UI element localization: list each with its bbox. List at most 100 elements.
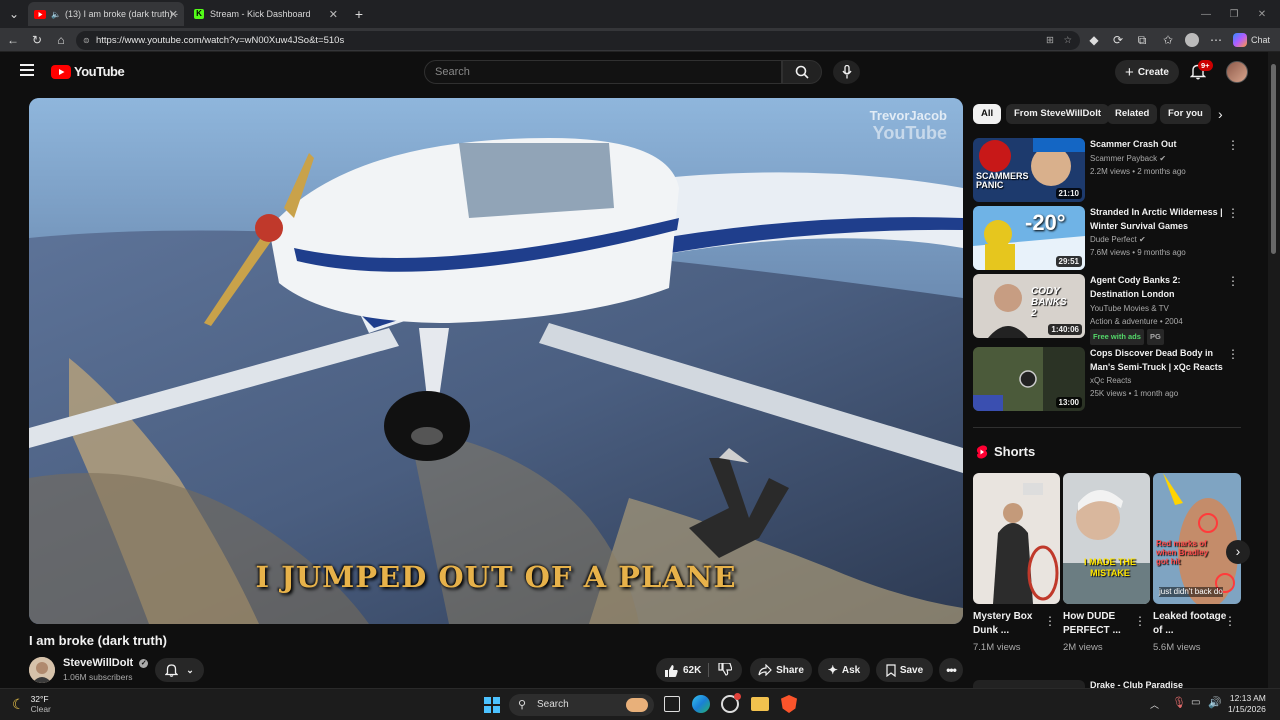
more-menu-icon[interactable]: ⋯ <box>1208 32 1224 48</box>
favorites-icon[interactable]: ✩ <box>1160 32 1176 48</box>
new-tab-icon[interactable]: + <box>351 6 367 22</box>
chip-for-you[interactable]: For you <box>1160 104 1211 124</box>
chip-all[interactable]: All <box>973 104 1002 124</box>
refresh-extension-icon[interactable]: ⟳ <box>1110 32 1126 48</box>
recommendation-item[interactable]: 13:00 Cops Discover Dead Body in Man's S… <box>973 347 1243 411</box>
page-scrollbar[interactable] <box>1268 52 1280 688</box>
short-thumbnail[interactable]: Red marks of when Bradley got hit just d… <box>1153 473 1241 604</box>
short-title[interactable]: How DUDE PERFECT ... <box>1063 610 1139 638</box>
thumbs-up-icon <box>665 664 678 677</box>
youtube-logo[interactable]: YouTube <box>51 64 125 79</box>
scrollbar-thumb[interactable] <box>1271 64 1276 254</box>
taskbar-clock[interactable]: 12:13 AM 1/15/2026 <box>1228 693 1266 715</box>
audio-icon[interactable]: 🔈 <box>51 10 61 19</box>
recommendation-item[interactable]: CODY BANKS 2 1:40:06 Agent Cody Banks 2:… <box>973 274 1243 345</box>
weather-widget[interactable]: ☾ 32°F Clear <box>12 694 51 714</box>
more-actions-button[interactable]: ••• <box>939 658 963 682</box>
shorts-next-arrow-icon[interactable]: › <box>1226 540 1250 564</box>
network-icon[interactable]: ▭ <box>1191 697 1200 708</box>
reload-icon[interactable]: ↻ <box>29 32 45 48</box>
video-player[interactable]: TrevorJacob YouTube I JUMPED OUT OF A PL… <box>29 98 963 624</box>
profile-avatar-icon[interactable] <box>1184 32 1200 48</box>
copilot-chat-button[interactable]: Chat <box>1233 32 1270 48</box>
more-vertical-icon[interactable]: ⋮ <box>1227 274 1239 288</box>
recommendation-stats: 7.6M views • 9 months ago <box>1090 248 1186 257</box>
account-avatar[interactable] <box>1226 61 1248 83</box>
recommendation-item[interactable]: -20° 29:51 Stranded In Arctic Wilderness… <box>973 206 1243 270</box>
chip-related[interactable]: Related <box>1107 104 1158 124</box>
video-thumbnail[interactable]: CODY BANKS 2 1:40:06 <box>973 274 1085 338</box>
ask-button[interactable]: ✦ Ask <box>818 658 870 682</box>
next-recommendation-partial[interactable]: Drake - Club Paradise <box>973 680 1241 688</box>
tab-youtube[interactable]: 🔈 (13) I am broke (dark truth) - ✕ <box>28 2 184 26</box>
channel-name[interactable]: SteveWillDoIt ✓ <box>63 657 149 669</box>
recommendation-channel[interactable]: Dude Perfect ✔ <box>1090 233 1226 246</box>
voice-search-button[interactable] <box>833 60 860 84</box>
subscription-bell-button[interactable]: ⌄ <box>155 658 204 682</box>
more-vertical-icon[interactable]: ⋮ <box>1227 206 1239 220</box>
plus-icon: + <box>1125 63 1134 81</box>
notifications-button[interactable]: 9+ <box>1189 60 1213 85</box>
search-input[interactable]: Search <box>424 60 782 84</box>
video-caption: I JUMPED OUT OF A PLANE <box>255 560 737 594</box>
address-bar[interactable]: ⊜ https://www.youtube.com/watch?v=wN00Xu… <box>76 31 1080 50</box>
brave-browser-icon[interactable] <box>781 695 797 713</box>
hamburger-menu-icon[interactable] <box>20 64 34 76</box>
more-vertical-icon[interactable]: ⋮ <box>1227 138 1239 152</box>
tab-kick[interactable]: K Stream - Kick Dashboard ✕ <box>188 2 344 26</box>
dislike-button[interactable] <box>718 662 733 679</box>
more-vertical-icon[interactable]: ⋮ <box>1044 614 1056 628</box>
recommendation-channel[interactable]: Scammer Payback ✔ <box>1090 152 1226 165</box>
like-count: 62K <box>683 664 702 676</box>
more-vertical-icon[interactable]: ⋮ <box>1227 347 1239 361</box>
edge-browser-icon[interactable] <box>692 695 710 713</box>
site-info-icon[interactable]: ⊜ <box>83 31 90 50</box>
taskbar-search[interactable]: ⚲ Search <box>509 694 654 716</box>
kick-favicon-icon: K <box>194 9 204 19</box>
chip-from-channel[interactable]: From SteveWillDoIt <box>1006 104 1110 124</box>
tab-actions-chevron-icon[interactable]: ⌄ <box>6 6 22 22</box>
short-title[interactable]: Leaked footage of ... <box>1153 610 1229 638</box>
close-window-icon[interactable]: ✕ <box>1254 6 1270 22</box>
recommendation-channel[interactable]: xQc Reacts <box>1090 374 1226 387</box>
chrome-app-icon[interactable] <box>721 693 741 713</box>
logo-text: YouTube <box>74 64 125 79</box>
video-thumbnail[interactable]: 13:00 <box>973 347 1085 411</box>
close-tab-icon[interactable]: ✕ <box>169 8 178 21</box>
chips-next-arrow-icon[interactable]: › <box>1218 106 1223 122</box>
task-view-icon[interactable] <box>664 696 680 712</box>
short-thumbnail[interactable]: I MADE THE MISTAKE <box>1063 473 1150 604</box>
windows-start-icon[interactable] <box>484 697 500 713</box>
video-thumbnail[interactable]: SCAMMERS PANIC 21:10 <box>973 138 1085 202</box>
split-screen-icon[interactable]: ⧉ <box>1134 32 1150 48</box>
video-frame-illustration <box>29 98 963 624</box>
minimize-icon[interactable]: — <box>1198 6 1214 22</box>
short-title[interactable]: Mystery Box Dunk ... <box>973 610 1049 638</box>
microphone-icon[interactable]: 🎙 <box>1172 696 1186 709</box>
home-icon[interactable]: ⌂ <box>53 32 69 48</box>
share-button[interactable]: Share <box>750 658 812 682</box>
back-arrow-icon[interactable]: ← <box>5 32 21 48</box>
create-button[interactable]: + Create <box>1115 60 1179 84</box>
recommendation-channel[interactable]: YouTube Movies & TV <box>1090 302 1226 315</box>
video-thumbnail[interactable]: -20° 29:51 <box>973 206 1085 270</box>
more-vertical-icon[interactable]: ⋮ <box>1224 614 1236 628</box>
restore-icon[interactable]: ❐ <box>1226 6 1242 22</box>
volume-icon[interactable]: 🔊 <box>1208 696 1222 709</box>
like-button[interactable]: 62K <box>664 664 701 677</box>
more-vertical-icon[interactable]: ⋮ <box>1134 614 1146 628</box>
extension-icon[interactable]: ◆ <box>1086 32 1102 48</box>
save-button[interactable]: Save <box>876 658 933 682</box>
search-button[interactable] <box>782 60 822 84</box>
tray-overflow-chevron-icon[interactable]: ︿ <box>1150 698 1159 711</box>
video-duration: 21:10 <box>1055 188 1082 199</box>
close-tab-icon[interactable]: ✕ <box>329 8 338 21</box>
search-highlight-icon <box>626 698 648 712</box>
app-available-icon[interactable]: ⊞ <box>1046 31 1054 50</box>
recommendation-item[interactable]: SCAMMERS PANIC 21:10 Scammer Crash Out S… <box>973 138 1243 202</box>
more-horizontal-icon: ••• <box>946 663 957 677</box>
channel-avatar[interactable] <box>29 657 55 683</box>
file-explorer-icon[interactable] <box>751 697 769 711</box>
favorite-star-icon[interactable]: ☆ <box>1063 31 1072 50</box>
short-thumbnail[interactable] <box>973 473 1060 604</box>
